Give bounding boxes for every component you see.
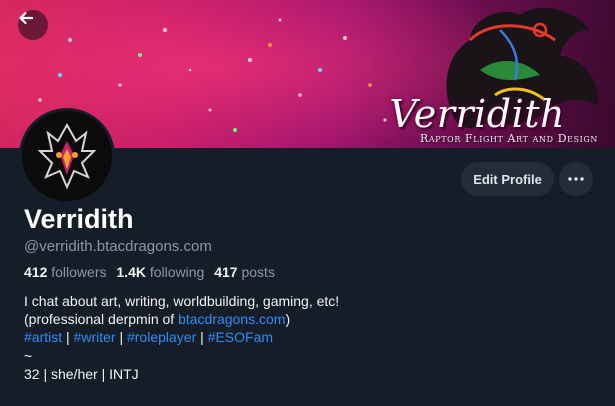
profile-handle: @verridith.btacdragons.com [24,238,212,255]
banner-title: Verridith [389,92,565,136]
dragon-head-icon [22,111,112,201]
following-link[interactable]: 1.4K following [116,264,204,280]
website-link[interactable]: btacdragons.com [178,311,285,327]
hashtag-writer[interactable]: #writer [74,329,116,345]
bio-line-2: (professional derpmin of btacdragons.com… [24,310,339,328]
bio-text: ) [285,311,291,328]
profile-bio: I chat about art, writing, worldbuilding… [24,292,339,383]
more-options-button[interactable] [559,162,593,196]
bio-line-1: I chat about art, writing, worldbuilding… [24,293,340,309]
hashtag-esofam[interactable]: #ESOFam [208,329,273,345]
following-label: following [149,264,205,280]
banner-subtitle: Raptor Flight Art and Design [420,132,598,145]
followers-link[interactable]: 412 followers [24,264,107,280]
followers-count: 412 [24,264,48,280]
bio-line-4: ~ [24,347,33,364]
separator: | [66,329,70,346]
followers-label: followers [51,264,107,280]
hashtag-roleplayer[interactable]: #roleplayer [127,329,196,345]
posts-stat: 417 posts [214,264,275,280]
bio-text: (professional derpmin of [24,311,179,328]
hashtag-artist[interactable]: #artist [24,329,62,345]
following-count: 1.4K [116,264,146,280]
display-name: Verridith [24,204,134,234]
edit-profile-button[interactable]: Edit Profile [461,162,554,196]
separator: | [119,329,124,346]
arrow-left-icon [19,11,34,25]
posts-label: posts [241,264,275,280]
posts-count: 417 [214,264,238,280]
avatar[interactable] [19,108,115,204]
bio-hashtags: #artist | #writer | #roleplayer | #ESOFa… [24,328,339,346]
bio-line-5: 32 | she/her | INTJ [24,365,139,382]
profile-stats: 412 followers 1.4K following 417 posts [24,264,281,280]
ellipsis-icon [568,177,584,181]
back-button[interactable] [18,10,48,40]
separator: | [200,329,204,346]
